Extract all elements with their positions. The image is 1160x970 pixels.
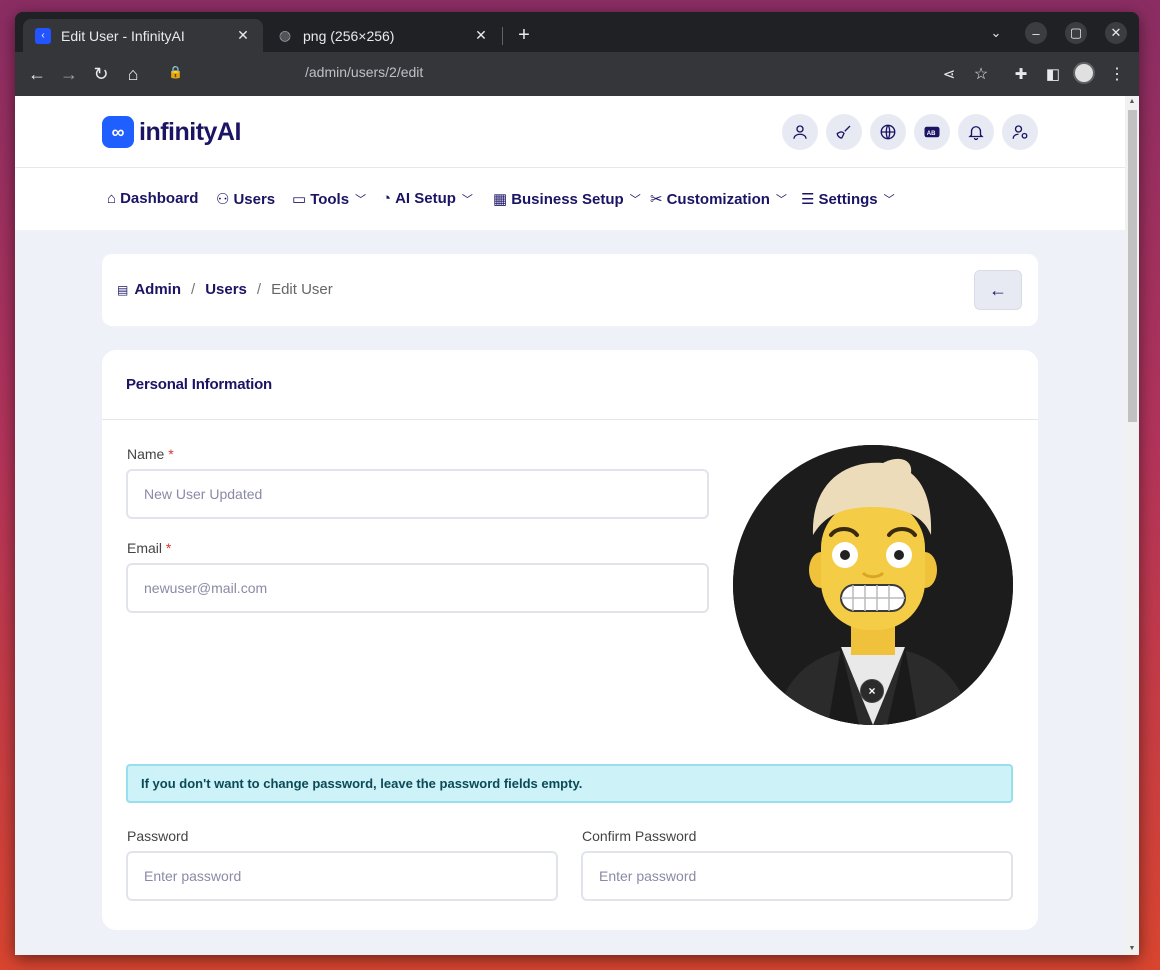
dashboard-icon: ▤ [117, 282, 129, 297]
name-field[interactable]: New User Updated [126, 469, 709, 519]
profile-avatar[interactable] [1073, 62, 1095, 84]
chevron-down-icon: ﹀ [775, 194, 787, 206]
tools-icon: ✂ [650, 191, 663, 208]
password-label: Password [127, 828, 189, 844]
breadcrumb-separator: / [191, 281, 196, 298]
sliders-icon: ☰ [801, 191, 815, 208]
share-icon[interactable]: ⋖ [937, 62, 961, 86]
email-label: Email * [127, 540, 171, 556]
star-icon[interactable]: ☆ [969, 62, 993, 86]
main-nav: ⌂ Dashboard ⚇ Users ▭ Tools ﹀ ◔ AI Setup… [15, 168, 1125, 230]
nav-label: AI Setup [395, 190, 456, 207]
address-bar[interactable]: /admin/users/2/edit [305, 64, 423, 80]
svg-text:AB: AB [927, 131, 936, 137]
tab-png[interactable]: ◍ png (256×256) ✕ [265, 19, 501, 52]
tab-separator [502, 27, 503, 45]
name-label: Name * [127, 446, 174, 462]
chevron-down-icon: ﹀ [461, 193, 473, 206]
user-settings-icon[interactable] [1002, 114, 1038, 150]
nav-dashboard[interactable]: ⌂ Dashboard [107, 190, 198, 207]
gauge-icon: ◔ [382, 190, 392, 207]
scroll-thumb[interactable] [1128, 110, 1137, 422]
nav-label: Dashboard [120, 190, 199, 207]
app-icon: ‹ [35, 27, 51, 44]
broom-icon[interactable] [826, 114, 862, 150]
language-icon[interactable]: AB [914, 114, 950, 150]
nav-customization[interactable]: ✂ Customization ﹀ [650, 190, 787, 209]
personal-info-card: Personal Information Name * New User Upd… [102, 350, 1038, 930]
nav-label: Settings [818, 190, 878, 208]
nav-label: Users [233, 190, 276, 208]
forward-icon[interactable]: → [57, 62, 81, 86]
maximize-button[interactable]: ▢ [1065, 22, 1087, 44]
scroll-down-icon[interactable]: ▼ [1125, 943, 1139, 955]
scroll-up-icon[interactable]: ▲ [1125, 96, 1139, 108]
reload-icon[interactable]: ↻ [89, 62, 113, 86]
email-label-text: Email [127, 540, 163, 556]
home-icon: ⌂ [107, 190, 117, 207]
nav-label: Tools [310, 190, 350, 208]
confirm-password-label: Confirm Password [582, 828, 697, 844]
breadcrumb: ▤ Admin / Users / Edit User [117, 281, 333, 298]
password-field[interactable]: Enter password [126, 851, 558, 901]
breadcrumb-current: Edit User [271, 281, 333, 298]
nav-label: Business Setup [511, 190, 624, 208]
tab-title: png (256×256) [303, 27, 395, 44]
globe-icon[interactable] [870, 114, 906, 150]
chevron-down-icon: ﹀ [629, 194, 641, 206]
page-viewport: ∞ infinityAI AB ⌂ Dashboard ⚇ Users ▭ To… [15, 96, 1139, 955]
logo-text: infinityAI [139, 117, 241, 146]
tab-strip: ‹ Edit User - InfinityAI ✕ ◍ png (256×25… [15, 12, 1139, 52]
new-tab-button[interactable]: + [513, 24, 535, 46]
browser-window: ‹ Edit User - InfinityAI ✕ ◍ png (256×25… [15, 12, 1139, 955]
breadcrumb-separator: / [256, 281, 262, 298]
chevron-down-icon: ﹀ [883, 194, 895, 206]
confirm-password-field[interactable]: Enter password [581, 851, 1013, 901]
users-icon: ⚇ [216, 191, 230, 208]
nav-users[interactable]: ⚇ Users [216, 190, 276, 209]
nav-settings[interactable]: ☰ Settings ﹀ [801, 190, 895, 209]
lock-icon[interactable]: 🔒 [168, 65, 183, 79]
bell-icon[interactable] [958, 114, 994, 150]
briefcase-icon: ▭ [292, 191, 307, 208]
nav-business-setup[interactable]: ▦ Business Setup ﹀ [493, 190, 641, 209]
extensions-icon[interactable]: ✚ [1009, 62, 1033, 86]
logo[interactable]: ∞ infinityAI [102, 116, 241, 148]
user-icon[interactable] [782, 114, 818, 150]
divider [102, 419, 1038, 420]
tab-edit-user[interactable]: ‹ Edit User - InfinityAI ✕ [23, 19, 263, 52]
close-window-button[interactable]: ✕ [1105, 22, 1127, 44]
logo-icon: ∞ [102, 116, 134, 148]
breadcrumb-admin[interactable]: Admin [134, 281, 181, 298]
nav-tools[interactable]: ▭ Tools ﹀ [292, 190, 367, 209]
scrollbar[interactable]: ▲ ▼ [1125, 96, 1139, 955]
required-mark: * [165, 540, 172, 556]
section-title: Personal Information [126, 376, 273, 393]
browser-toolbar: ← → ↻ ⌂ 🔒 /admin/users/2/edit ⋖ ☆ ✚ ◧ ⋮ [15, 52, 1139, 96]
tab-title: Edit User - InfinityAI [61, 27, 185, 44]
building-icon: ▦ [493, 191, 508, 208]
required-mark: * [168, 446, 174, 462]
side-panel-icon[interactable]: ◧ [1041, 62, 1065, 86]
back-icon[interactable]: ← [25, 62, 49, 86]
menu-icon[interactable]: ⋮ [1105, 62, 1129, 86]
minimize-button[interactable]: – [1025, 22, 1047, 44]
home-icon[interactable]: ⌂ [121, 62, 145, 86]
remove-avatar-button[interactable]: × [860, 679, 884, 703]
chevron-down-icon: ﹀ [355, 194, 367, 206]
tab-search-chevron-icon[interactable]: ⌄ [985, 22, 1007, 44]
nav-label: Customization [666, 190, 770, 208]
nav-ai-setup[interactable]: ◔ AI Setup ﹀ [382, 190, 473, 207]
breadcrumb-card: ▤ Admin / Users / Edit User ← [102, 254, 1038, 326]
breadcrumb-users[interactable]: Users [205, 281, 247, 298]
back-button[interactable]: ← [974, 270, 1022, 310]
password-info-alert: If you don't want to change password, le… [126, 764, 1013, 803]
site-header: ∞ infinityAI AB [15, 96, 1125, 168]
close-icon[interactable]: ✕ [473, 27, 489, 44]
globe-icon: ◍ [278, 27, 292, 43]
email-field[interactable]: newuser@mail.com [126, 563, 709, 613]
close-icon[interactable]: ✕ [235, 27, 251, 44]
name-label-text: Name [127, 446, 165, 462]
